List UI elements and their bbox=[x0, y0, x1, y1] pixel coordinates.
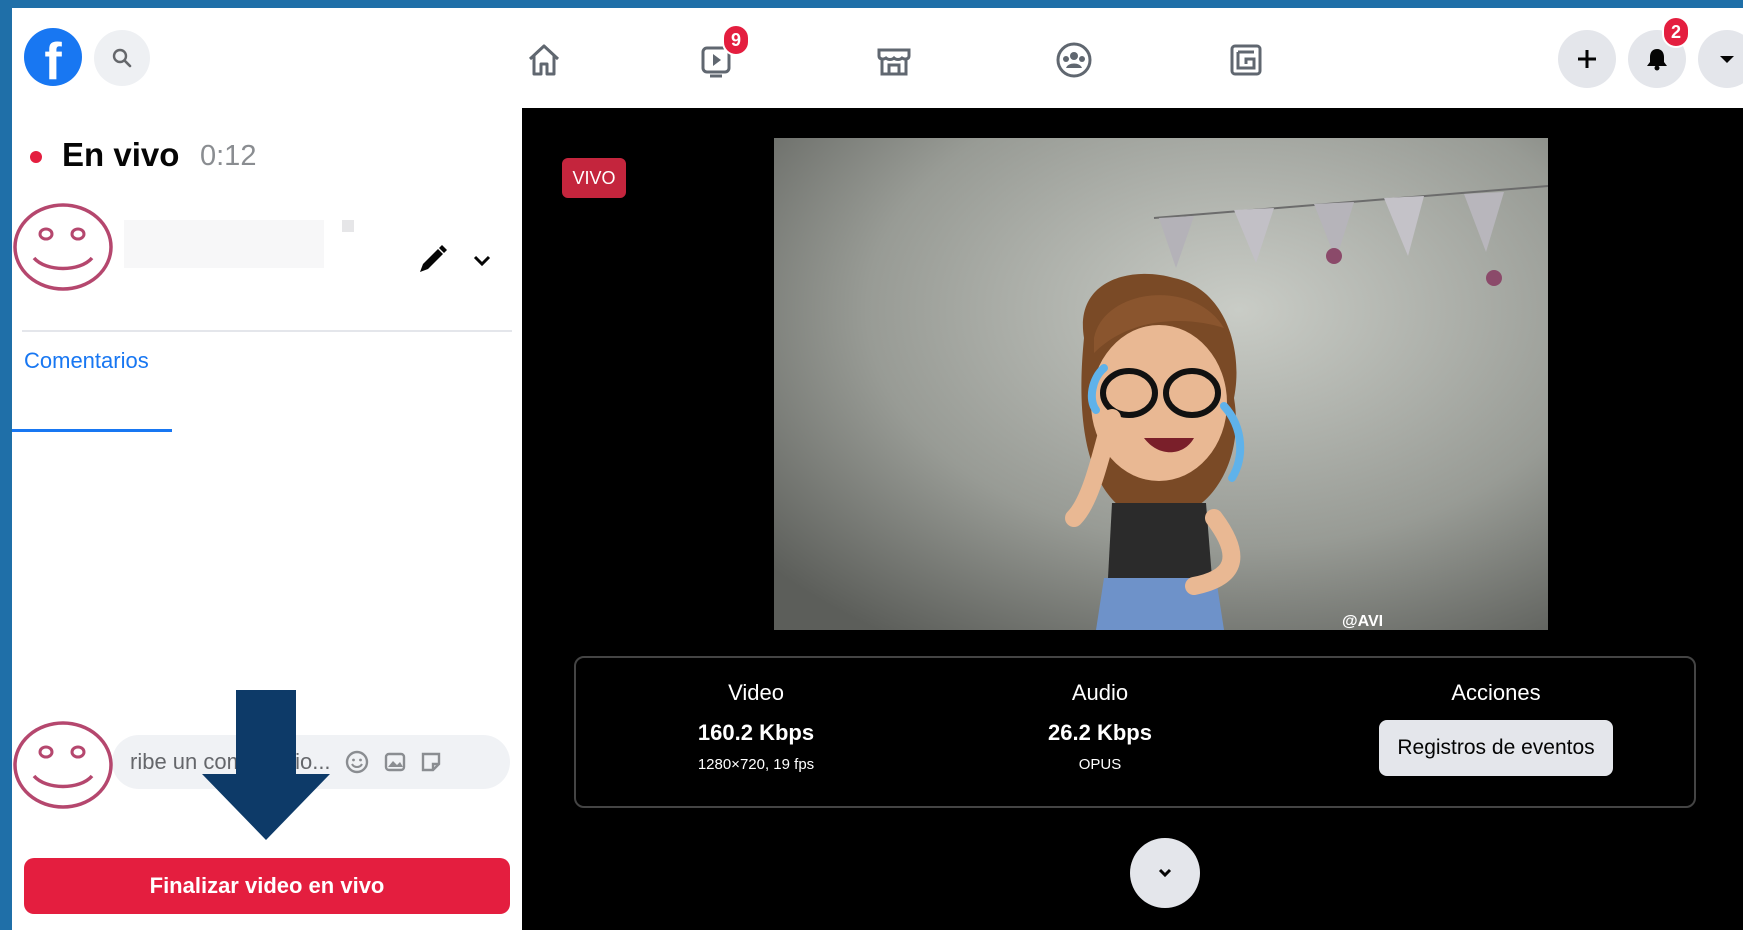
edit-pencil-icon[interactable] bbox=[412, 240, 452, 280]
audio-bitrate: 26.2 Kbps bbox=[1048, 720, 1152, 745]
caret-down-icon bbox=[1720, 56, 1734, 63]
groups-icon[interactable] bbox=[1052, 38, 1096, 82]
facebook-logo[interactable]: f bbox=[24, 28, 82, 86]
audio-stats: Audio 26.2 Kbps OPUS bbox=[940, 680, 1260, 773]
video-resolution: 1280×720, 19 fps bbox=[697, 756, 815, 773]
audio-codec: OPUS bbox=[1078, 756, 1122, 773]
video-bitrate: 160.2 Kbps bbox=[697, 720, 815, 745]
notifications-button[interactable]: 2 bbox=[1628, 16, 1690, 88]
video-frame-image: @AVI bbox=[774, 138, 1548, 630]
live-badge: VIVO bbox=[562, 158, 626, 198]
plus-icon bbox=[1578, 50, 1596, 68]
create-button[interactable] bbox=[1558, 30, 1616, 88]
sticker-icon[interactable] bbox=[418, 749, 444, 775]
blurred-text bbox=[342, 220, 354, 232]
video-stats: Video 160.2 Kbps 1280×720, 19 fps bbox=[596, 680, 916, 773]
watch-badge: 9 bbox=[722, 24, 750, 56]
search-button[interactable] bbox=[94, 30, 150, 86]
live-timer: 0:12 bbox=[200, 140, 257, 172]
arrow-down-annotation-icon bbox=[202, 690, 330, 840]
smiley-annotation-icon bbox=[13, 203, 113, 291]
live-indicator-dot bbox=[30, 151, 42, 163]
home-icon[interactable] bbox=[522, 38, 566, 82]
event-logs-button[interactable]: Registros de eventos bbox=[1379, 720, 1613, 776]
video-label: Video bbox=[728, 680, 784, 705]
photo-icon[interactable] bbox=[382, 749, 408, 775]
active-tab-underline bbox=[12, 429, 172, 432]
notifications-badge: 2 bbox=[1662, 16, 1690, 48]
marketplace-icon[interactable] bbox=[872, 38, 916, 82]
actions-label: Acciones bbox=[1451, 680, 1541, 705]
live-sidebar: En vivo 0:12 Comentarios ribe un comenta… bbox=[12, 108, 522, 930]
top-navigation-bar: f 9 2 bbox=[12, 8, 1743, 108]
bell-icon bbox=[1647, 49, 1667, 71]
search-icon bbox=[112, 48, 132, 68]
video-watermark: @AVI bbox=[1342, 613, 1383, 630]
stream-stats-panel: Video 160.2 Kbps 1280×720, 19 fps Audio … bbox=[574, 656, 1696, 808]
account-menu-button[interactable] bbox=[1698, 30, 1743, 88]
chevron-down-icon bbox=[1158, 868, 1172, 878]
live-title: En vivo bbox=[62, 136, 180, 173]
tab-comments[interactable]: Comentarios bbox=[24, 348, 149, 374]
watch-icon[interactable]: 9 bbox=[696, 24, 750, 82]
blurred-profile-info bbox=[124, 220, 324, 268]
app-window: f 9 2 En vivo 0:12 Comentarios ribe un c… bbox=[12, 8, 1743, 930]
live-video-stage: VIVO @AVI Video 160.2 Kbps 1280×720, 19 … bbox=[522, 108, 1743, 930]
audio-label: Audio bbox=[1071, 680, 1129, 705]
emoji-icon[interactable] bbox=[344, 749, 370, 775]
end-live-video-button[interactable]: Finalizar video en vivo bbox=[24, 858, 510, 914]
chevron-down-icon[interactable] bbox=[468, 246, 496, 274]
smiley-annotation-icon bbox=[13, 721, 113, 809]
divider bbox=[22, 330, 512, 332]
actions-section: Acciones Registros de eventos bbox=[1336, 680, 1656, 776]
live-video-preview: @AVI bbox=[774, 138, 1548, 630]
expand-button[interactable] bbox=[1130, 838, 1200, 908]
gaming-icon[interactable] bbox=[1224, 38, 1268, 82]
